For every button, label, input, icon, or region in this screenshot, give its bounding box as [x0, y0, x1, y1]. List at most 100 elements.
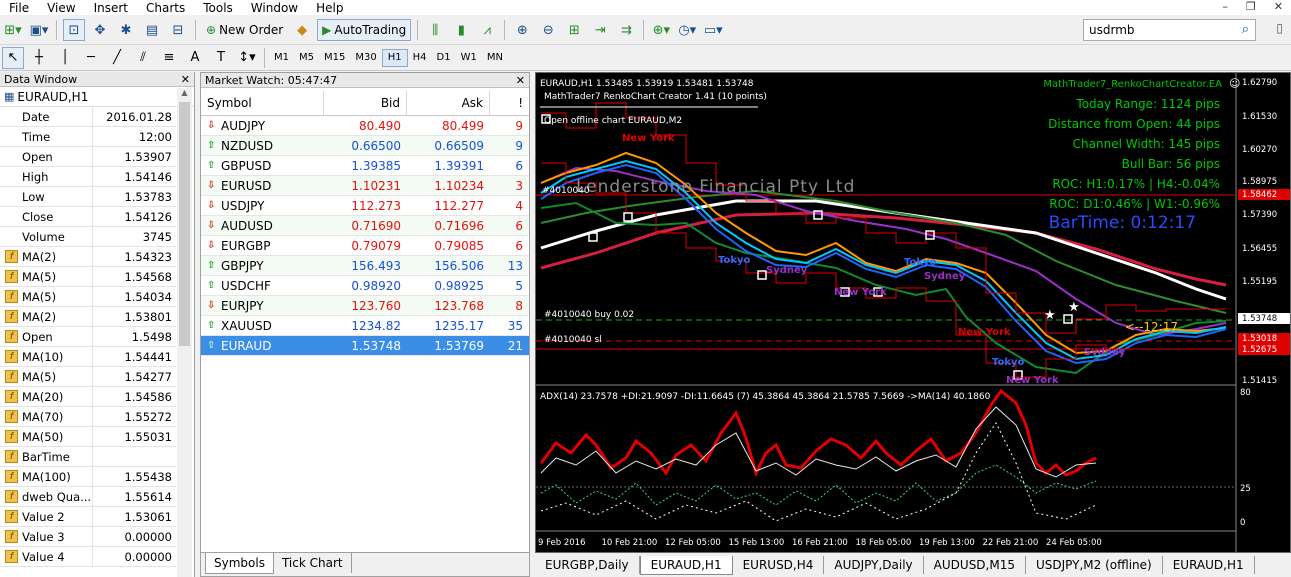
trendline-icon[interactable]: ╱	[106, 47, 128, 69]
chart-tab[interactable]: EURAUD,H1	[639, 555, 733, 575]
menu-charts[interactable]: Charts	[137, 1, 194, 15]
horizontal-line-icon[interactable]: ─	[80, 47, 102, 69]
metaeditor-icon[interactable]: ◆	[291, 19, 313, 41]
close-icon[interactable]: ✕	[181, 73, 190, 86]
data-row-key: MA(10)	[22, 349, 64, 364]
timeframe-h4[interactable]: H4	[408, 49, 432, 67]
data-window-scrollbar[interactable]: ▲	[177, 88, 192, 577]
tile-windows-icon[interactable]: ⊞	[563, 19, 585, 41]
close-icon[interactable]: ✕	[1274, 0, 1283, 13]
equidistant-channel-icon[interactable]: ⫽	[132, 47, 154, 69]
search-icon[interactable]: ⌕	[1242, 22, 1249, 37]
market-watch-row[interactable]: ⇧ XAUUSD 1234.82 1235.17 35	[201, 316, 529, 336]
chart-shift-icon[interactable]: ⇥	[589, 19, 611, 41]
auto-scroll-icon[interactable]: ⇉	[615, 19, 637, 41]
new-order-icon: ⊕	[206, 23, 217, 37]
line-chart-icon[interactable]: ⩘	[476, 19, 498, 41]
market-watch-row[interactable]: ⇧ GBPJPY 156.493 156.506 13	[201, 256, 529, 276]
arrow-up-icon: ⇧	[207, 260, 216, 271]
market-watch-row[interactable]: ⇩ EURUSD 1.10231 1.10234 3	[201, 176, 529, 196]
market-watch-row[interactable]: ⇩ USDJPY 112.273 112.277 4	[201, 196, 529, 216]
scrollbar-thumb[interactable]	[179, 102, 190, 346]
chart-window[interactable]: ★ ★ New York Tokyo Sydney New York Tokyo…	[535, 72, 1291, 553]
market-watch-toggle-icon[interactable]: ⊡	[63, 19, 85, 41]
timeframe-h1[interactable]: H1	[381, 48, 408, 67]
menu-view[interactable]: View	[38, 1, 84, 15]
market-watch-row[interactable]: ⇩ AUDJPY 80.490 80.499 9	[201, 116, 529, 136]
market-watch-row[interactable]: ⇧ USDCHF 0.98920 0.98925 5	[201, 276, 529, 296]
bid-price: 80.490	[359, 118, 401, 133]
bar-chart-icon[interactable]: ⫼	[424, 19, 446, 41]
data-row: f BarTime	[0, 447, 176, 467]
menu-file[interactable]: File	[0, 1, 38, 15]
column-spread[interactable]: !	[490, 91, 529, 115]
market-watch-row[interactable]: ⇧ GBPUSD 1.39385 1.39391 6	[201, 156, 529, 176]
timeframe-w1[interactable]: W1	[456, 49, 482, 67]
market-watch-row[interactable]: ⇩ EURGBP 0.79079 0.79085 6	[201, 236, 529, 256]
zoom-in-icon[interactable]: ⊕	[511, 19, 533, 41]
price-axis-label: 1.57390	[1242, 210, 1277, 220]
indicators-icon[interactable]: ⊕▾	[650, 19, 672, 41]
close-icon[interactable]: ✕	[516, 74, 525, 87]
timeframe-mn[interactable]: MN	[482, 49, 508, 67]
cursor-icon[interactable]: ↖	[2, 46, 24, 69]
templates-icon[interactable]: ▭▾	[702, 19, 724, 41]
chart-tab[interactable]: EURGBP,Daily	[535, 556, 640, 574]
chart-tab[interactable]: AUDJPY,Daily	[824, 556, 924, 574]
bid-price: 1234.82	[351, 318, 401, 333]
zoom-out-icon[interactable]: ⊖	[537, 19, 559, 41]
menu-window[interactable]: Window	[242, 1, 307, 15]
market-watch-row[interactable]: ⇩ EURJPY 123.760 123.768 8	[201, 296, 529, 316]
bid-price: 0.71690	[351, 218, 401, 233]
profiles-icon[interactable]: ▣▾	[28, 19, 50, 41]
market-watch-row[interactable]: ⇩ AUDUSD 0.71690 0.71696 6	[201, 216, 529, 236]
order-label-sl: #4010040 sl	[544, 335, 602, 345]
data-row-key: MA(5)	[22, 289, 57, 304]
community-icon[interactable]: ▯	[1276, 21, 1283, 35]
vertical-line-icon[interactable]: │	[54, 47, 76, 69]
tab-tick-chart[interactable]: Tick Chart	[274, 553, 352, 573]
arrows-icon[interactable]: ↕▾	[236, 47, 258, 69]
text-label-icon[interactable]: T	[210, 47, 232, 69]
timeframe-m1[interactable]: M1	[269, 49, 294, 67]
column-ask[interactable]: Ask	[407, 91, 490, 115]
ask-price: 0.98925	[434, 278, 484, 293]
market-watch-row[interactable]: ⇧ EURAUD 1.53748 1.53769 21	[201, 336, 529, 356]
candlestick-icon[interactable]: ▮	[450, 19, 472, 41]
restore-icon[interactable]: ❐	[1246, 0, 1256, 13]
timeframe-m30[interactable]: M30	[350, 49, 381, 67]
new-chart-icon[interactable]: ⊞▾	[2, 19, 24, 41]
menu-help[interactable]: Help	[307, 1, 352, 15]
market-watch-row[interactable]: ⇧ NZDUSD 0.66500 0.66509 9	[201, 136, 529, 156]
timeframe-d1[interactable]: D1	[432, 49, 456, 67]
minimize-icon[interactable]: –	[1222, 0, 1228, 13]
fibonacci-icon[interactable]: ≡	[158, 47, 180, 69]
navigator-toggle-icon[interactable]: ✱	[115, 19, 137, 41]
data-row: f Open 1.5498	[0, 327, 176, 347]
tester-toggle-icon[interactable]: ⊟	[167, 19, 189, 41]
timeframe-m15[interactable]: M15	[319, 49, 350, 67]
tab-symbols[interactable]: Symbols	[205, 553, 274, 574]
column-bid[interactable]: Bid	[324, 91, 407, 115]
search-input[interactable]: usdrmb ⌕	[1083, 19, 1256, 41]
periods-icon[interactable]: ◷▾	[676, 19, 698, 41]
menu-tools[interactable]: Tools	[194, 1, 242, 15]
data-window-toggle-icon[interactable]: ✥	[89, 19, 111, 41]
chart-canvas[interactable]: ★ ★ New York Tokyo Sydney New York Tokyo…	[536, 73, 1291, 553]
offline-chart-link[interactable]: Open offline chart EURAUD,M2	[544, 116, 682, 126]
autotrading-button[interactable]: ▶ AutoTrading	[317, 19, 412, 41]
text-icon[interactable]: A	[184, 47, 206, 69]
column-symbol[interactable]: Symbol	[201, 91, 324, 115]
chart-tab[interactable]: EURAUD,H1	[1163, 556, 1255, 574]
chart-tab[interactable]: AUDUSD,M15	[924, 556, 1026, 574]
scroll-up-icon[interactable]: ▲	[177, 88, 192, 97]
crosshair-icon[interactable]: ┼	[28, 47, 50, 69]
chart-tab[interactable]: USDJPY,M2 (offline)	[1026, 556, 1163, 574]
timeframe-m5[interactable]: M5	[294, 49, 319, 67]
menu-insert[interactable]: Insert	[85, 1, 137, 15]
terminal-toggle-icon[interactable]: ▤	[141, 19, 163, 41]
chart-tab[interactable]: EURUSD,H4	[733, 556, 825, 574]
new-order-button[interactable]: ⊕ New Order	[202, 19, 287, 41]
spread: 6	[515, 158, 523, 173]
data-row: f MA(20) 1.54586	[0, 387, 176, 407]
